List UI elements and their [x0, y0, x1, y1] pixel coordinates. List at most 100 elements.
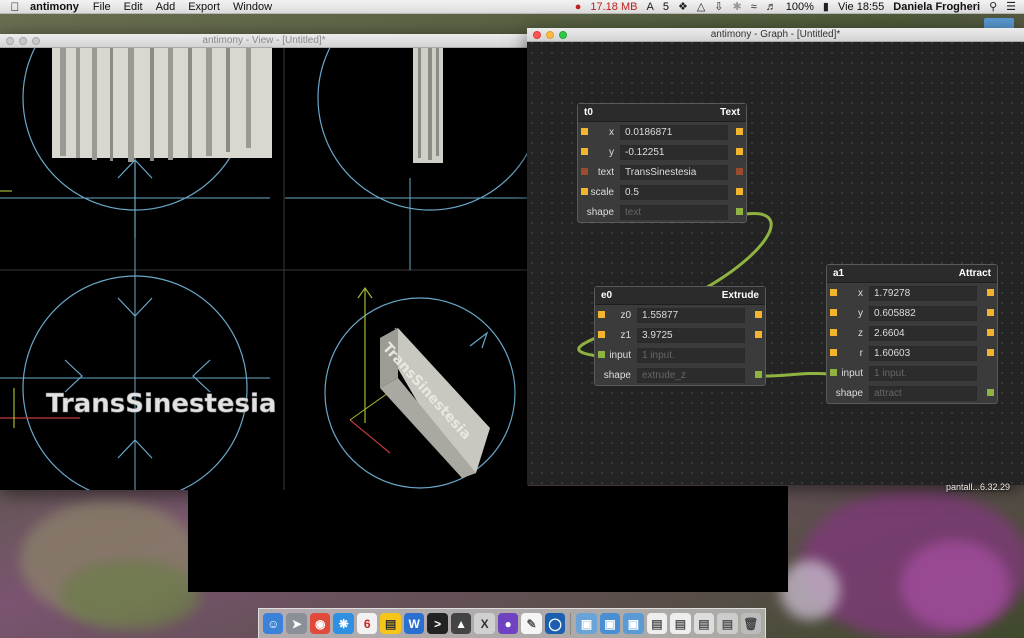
menu-file[interactable]: File: [93, 1, 111, 13]
memory-monitor-icon[interactable]: ●: [575, 1, 582, 13]
input-port[interactable]: [830, 289, 837, 296]
a1-x-field[interactable]: [869, 285, 977, 301]
bluetooth-icon[interactable]: ✱: [733, 0, 742, 13]
calendar-icon[interactable]: 6: [356, 613, 378, 634]
output-port[interactable]: [736, 148, 743, 155]
node-t0-row-x: x: [578, 122, 746, 142]
output-port[interactable]: [755, 311, 762, 318]
shape-output-port[interactable]: [755, 371, 762, 378]
menu-add[interactable]: Add: [156, 1, 176, 13]
viewport-canvas[interactable]: TransSinestesia TransSinestesia: [0, 0, 543, 501]
wifi-icon[interactable]: ≈: [751, 1, 757, 13]
shape-output-port[interactable]: [736, 208, 743, 215]
battery-icon[interactable]: ▮: [823, 0, 829, 13]
shape-input-port[interactable]: [598, 351, 605, 358]
t0-x-field[interactable]: [620, 124, 728, 140]
desktop-file-label[interactable]: pantall...6.32.29: [946, 482, 1010, 492]
input-port[interactable]: [830, 349, 837, 356]
output-port[interactable]: [755, 331, 762, 338]
menu-export[interactable]: Export: [188, 1, 220, 13]
word-icon[interactable]: W: [403, 613, 425, 634]
downloads-folder-icon[interactable]: ▣: [599, 613, 621, 634]
input-port[interactable]: [830, 329, 837, 336]
close-icon[interactable]: [6, 37, 14, 45]
node-e0[interactable]: e0 Extrude z0 z1 input shape: [594, 286, 766, 386]
minimize-icon[interactable]: [546, 31, 554, 39]
input-port[interactable]: [830, 309, 837, 316]
notification-center-icon[interactable]: ☰: [1006, 0, 1016, 13]
applications-folder-icon[interactable]: ▣: [623, 613, 644, 634]
t0-scale-field[interactable]: [620, 184, 728, 200]
t0-shape-field: [620, 204, 728, 220]
graph-titlebar[interactable]: antimony - Graph - [Untitled]*: [527, 28, 1024, 42]
screenshot-stack-icon[interactable]: ▤: [670, 613, 691, 634]
input-port[interactable]: [581, 148, 588, 155]
output-port[interactable]: [987, 349, 994, 356]
output-port[interactable]: [736, 188, 743, 195]
launchpad-icon[interactable]: ➤: [286, 613, 307, 634]
shape-input-port[interactable]: [830, 369, 837, 376]
input-port[interactable]: [581, 128, 588, 135]
input-port[interactable]: [598, 311, 605, 318]
shape-output-port[interactable]: [987, 389, 994, 396]
node-a1-header[interactable]: a1 Attract: [827, 265, 997, 283]
trash-icon[interactable]: 🗑: [740, 613, 762, 634]
a1-shape-field: [869, 385, 977, 401]
input-port[interactable]: [581, 188, 588, 195]
drive-icon[interactable]: △: [697, 0, 705, 13]
download-icon[interactable]: ⇩: [714, 0, 723, 13]
spotlight-icon[interactable]: ⚲: [989, 0, 997, 13]
antimony-icon[interactable]: ◯: [544, 613, 566, 634]
folder-icon[interactable]: ▣: [576, 613, 597, 634]
output-port[interactable]: [987, 309, 994, 316]
output-port[interactable]: [987, 329, 994, 336]
top-view-text: TransSinestesia: [46, 389, 276, 419]
finder-icon[interactable]: ☺: [263, 613, 284, 634]
a1-z-field[interactable]: [869, 325, 977, 341]
e0-z1-field[interactable]: [637, 327, 745, 343]
input-port[interactable]: [581, 168, 588, 175]
clock[interactable]: Vie 18:55: [838, 1, 884, 13]
output-port[interactable]: [987, 289, 994, 296]
terminal-icon[interactable]: >: [427, 613, 448, 634]
node-t0-name: t0: [584, 107, 593, 118]
node-e0-header[interactable]: e0 Extrude: [595, 287, 765, 305]
output-port[interactable]: [736, 168, 743, 175]
stickies-icon[interactable]: ▤: [380, 613, 401, 634]
document-icon[interactable]: ▤: [693, 613, 715, 634]
app-menu[interactable]: antimony: [30, 1, 79, 13]
input-port[interactable]: [598, 331, 605, 338]
e0-z0-field[interactable]: [637, 307, 745, 323]
top-left-quadrant: [0, 0, 272, 270]
t0-text-field[interactable]: [620, 164, 728, 180]
minimize-icon[interactable]: [19, 37, 27, 45]
inkscape-icon[interactable]: ▲: [450, 613, 472, 634]
chrome-icon[interactable]: ◉: [309, 613, 331, 634]
zoom-icon[interactable]: [32, 37, 40, 45]
textedit-icon[interactable]: ✎: [521, 613, 542, 634]
dropbox-icon[interactable]: ❖: [678, 0, 688, 13]
output-port[interactable]: [736, 128, 743, 135]
safari-icon[interactable]: ❋: [333, 613, 354, 634]
github-icon[interactable]: ●: [497, 613, 519, 634]
apple-menu-icon[interactable]: : [0, 0, 30, 14]
menu-window[interactable]: Window: [233, 1, 272, 13]
node-a1[interactable]: a1 Attract x y z r inpu: [826, 264, 998, 404]
view-titlebar[interactable]: antimony - View - [Untitled]*: [0, 34, 528, 48]
view-viewport[interactable]: TransSinestesia TransSinestesia: [0, 0, 543, 501]
node-t0-header[interactable]: t0 Text: [578, 104, 746, 122]
pdf-icon[interactable]: ▤: [717, 613, 738, 634]
x11-icon[interactable]: X: [474, 613, 495, 634]
document-stack-icon[interactable]: ▤: [646, 613, 668, 634]
zoom-icon[interactable]: [559, 31, 567, 39]
close-icon[interactable]: [533, 31, 541, 39]
adobe-icon[interactable]: A: [646, 1, 653, 13]
a1-y-field[interactable]: [869, 305, 977, 321]
menu-edit[interactable]: Edit: [124, 1, 143, 13]
volume-icon[interactable]: ♬: [766, 1, 777, 13]
user-name[interactable]: Daniela Frogheri: [893, 1, 980, 13]
t0-y-field[interactable]: [620, 144, 728, 160]
node-a1-type: Attract: [958, 268, 991, 279]
node-t0[interactable]: t0 Text x y text scale shape: [577, 103, 747, 223]
a1-r-field[interactable]: [869, 345, 977, 361]
